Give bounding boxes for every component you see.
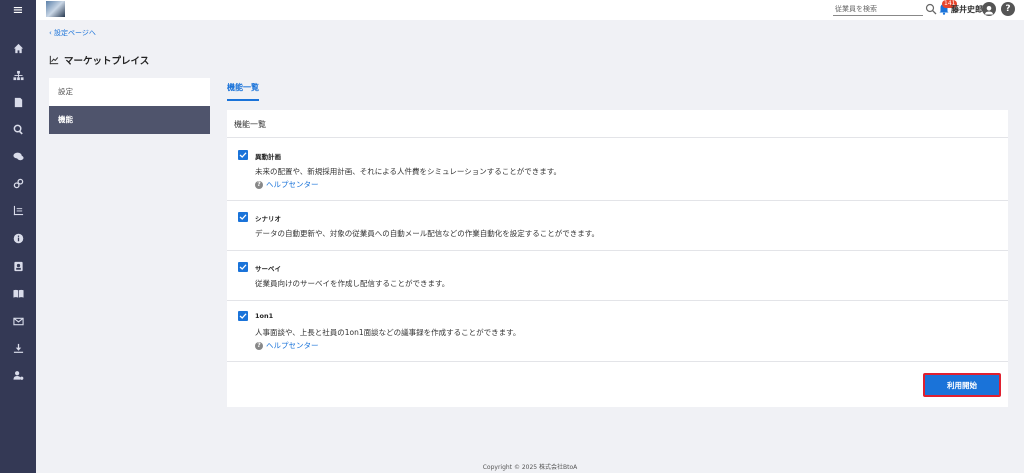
mail-icon[interactable] bbox=[0, 311, 36, 331]
check-icon bbox=[239, 264, 247, 270]
feature-description: 人事面談や、上長と社員の1on1面談などの議事録を作成することができます。 bbox=[255, 328, 521, 337]
user-icon[interactable] bbox=[982, 2, 996, 16]
document-icon[interactable] bbox=[0, 92, 36, 112]
left-nav-rail: ≡ bbox=[0, 0, 36, 473]
feature-name: 1on1 bbox=[255, 312, 274, 320]
settings-sidebar: 設定 機能 bbox=[49, 78, 210, 134]
user-settings-icon[interactable] bbox=[0, 365, 36, 385]
book-icon[interactable] bbox=[0, 283, 36, 303]
user-name[interactable]: 藤井史郎 bbox=[951, 4, 983, 15]
chart-icon[interactable] bbox=[0, 200, 36, 220]
company-logo[interactable] bbox=[46, 1, 65, 17]
help-icon: ? bbox=[255, 180, 263, 189]
check-icon bbox=[239, 152, 247, 158]
search-input[interactable]: 従業員を検索 bbox=[833, 3, 923, 16]
chat-icon[interactable] bbox=[0, 146, 36, 166]
feature-name: サーベイ bbox=[255, 265, 281, 273]
feature-checkbox[interactable] bbox=[238, 311, 248, 321]
check-icon bbox=[239, 214, 247, 220]
help-center-link[interactable]: ? ヘルプセンター bbox=[255, 340, 319, 351]
help-center-label: ヘルプセンター bbox=[266, 341, 319, 350]
chart-icon bbox=[49, 55, 59, 65]
feature-name: 異動計画 bbox=[255, 153, 281, 161]
feature-checkbox[interactable] bbox=[238, 262, 248, 272]
sidebar-item-features[interactable]: 機能 bbox=[49, 106, 210, 134]
divider bbox=[227, 200, 1008, 201]
check-icon bbox=[239, 313, 247, 319]
info-icon[interactable] bbox=[0, 228, 36, 248]
divider bbox=[227, 361, 1008, 362]
divider bbox=[227, 250, 1008, 251]
feature-checkbox[interactable] bbox=[238, 150, 248, 160]
help-icon: ? bbox=[255, 341, 263, 350]
search-icon[interactable] bbox=[0, 119, 36, 139]
footer-copyright: Copyright © 2025 株式会社BtoA bbox=[482, 464, 578, 471]
home-icon[interactable] bbox=[0, 38, 36, 58]
divider bbox=[227, 137, 1008, 138]
page-title-label: マーケットプレイス bbox=[64, 56, 150, 67]
menu-icon[interactable]: ≡ bbox=[0, 0, 36, 22]
back-to-settings-link[interactable]: ‹ 設定ページへ bbox=[49, 28, 96, 38]
org-chart-icon[interactable] bbox=[0, 65, 36, 85]
page-title: マーケットプレイス bbox=[49, 53, 149, 67]
help-center-link[interactable]: ? ヘルプセンター bbox=[255, 179, 319, 190]
feature-list-card: 機能一覧 異動計画 未来の配置や、新規採用計画、それによる人件費をシミュレーショ… bbox=[227, 110, 1008, 407]
start-using-button[interactable]: 利用開始 bbox=[923, 373, 1001, 397]
help-center-label: ヘルプセンター bbox=[266, 180, 319, 189]
feature-checkbox[interactable] bbox=[238, 212, 248, 222]
feature-description: 従業員向けのサーベイを作成し配信することができます。 bbox=[255, 279, 450, 288]
contact-card-icon[interactable] bbox=[0, 256, 36, 276]
feature-description: 未来の配置や、新規採用計画、それによる人件費をシミュレーションすることができます… bbox=[255, 167, 561, 176]
feature-name: シナリオ bbox=[255, 215, 281, 223]
help-icon[interactable]: ? bbox=[1001, 2, 1015, 16]
back-link-label: 設定ページへ bbox=[54, 29, 96, 37]
download-icon[interactable] bbox=[0, 338, 36, 358]
divider bbox=[227, 300, 1008, 301]
sidebar-item-settings[interactable]: 設定 bbox=[49, 78, 210, 106]
card-title: 機能一覧 bbox=[234, 120, 266, 129]
tab-feature-list[interactable]: 機能一覧 bbox=[227, 82, 259, 101]
top-bar: 従業員を検索 141 藤井史郎 ? bbox=[36, 0, 1024, 20]
link-icon[interactable] bbox=[0, 173, 36, 193]
search-icon[interactable] bbox=[925, 3, 937, 15]
feature-description: データの自動更新や、対象の従業員への自動メール配信などの作業自動化を設定すること… bbox=[255, 229, 600, 238]
